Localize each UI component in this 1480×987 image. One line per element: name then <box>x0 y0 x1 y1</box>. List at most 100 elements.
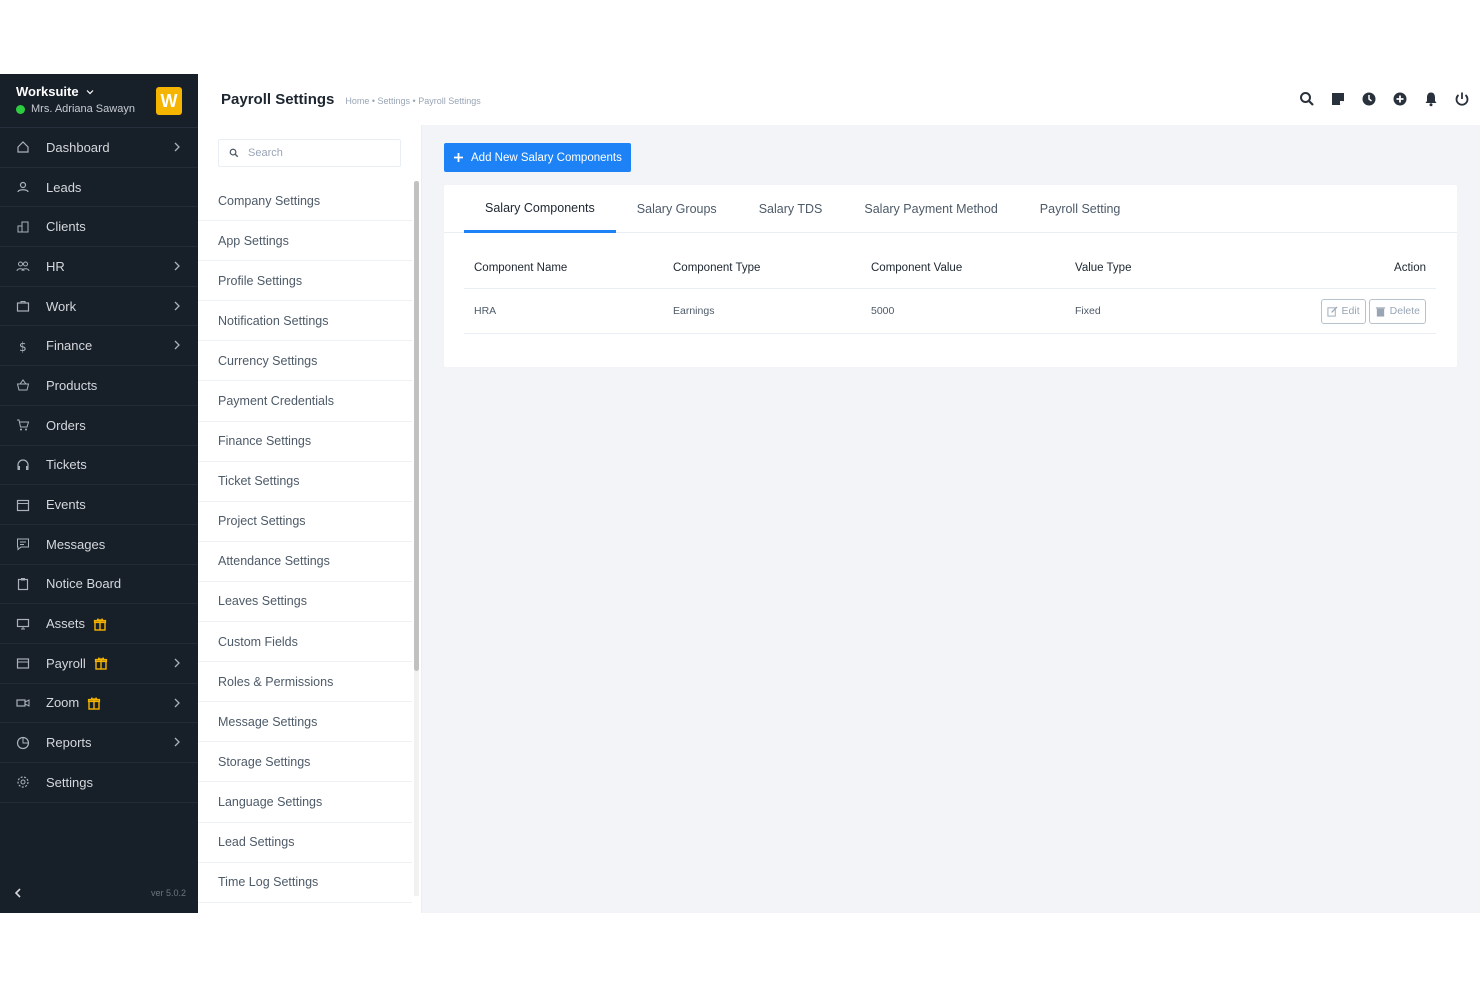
settings-item-profile-settings[interactable]: Profile Settings <box>198 261 412 302</box>
sidebar-item-hr[interactable]: HR <box>0 247 198 287</box>
cart-icon <box>16 418 30 432</box>
edit-label: Edit <box>1341 305 1360 317</box>
sidebar-item-label: HR <box>46 258 65 274</box>
search-icon[interactable] <box>1299 91 1315 107</box>
salary-components-table: Component Name Component Type Component … <box>464 248 1436 334</box>
settings-item-notification-settings[interactable]: Notification Settings <box>198 301 412 342</box>
settings-item-attendance-settings[interactable]: Attendance Settings <box>198 542 412 582</box>
sidebar-item-notice-board[interactable]: Notice Board <box>0 565 198 605</box>
settings-menu-panel: Search Company Settings App Settings Profi… <box>198 125 422 913</box>
gear-icon <box>16 775 30 789</box>
sidebar-item-label: Dashboard <box>46 139 110 155</box>
add-button-label: Add New Salary Components <box>471 151 622 164</box>
settings-item-leaves-settings[interactable]: Leaves Settings <box>198 582 412 623</box>
sidebar-item-products[interactable]: Products <box>0 366 198 406</box>
sidebar-item-label: Payroll <box>46 655 86 671</box>
sidebar-item-label: Orders <box>46 417 86 433</box>
scrollbar-thumb[interactable] <box>414 181 419 671</box>
sidebar-item-label: Clients <box>46 219 86 235</box>
sidebar-item-dashboard[interactable]: Dashboard <box>0 128 198 168</box>
action-cell: Edit Delete <box>1275 298 1436 324</box>
sidebar-item-messages[interactable]: Messages <box>0 525 198 565</box>
plus-icon <box>454 153 463 162</box>
sidebar-item-label: Events <box>46 497 86 513</box>
tab-salary-groups[interactable]: Salary Groups <box>616 185 738 233</box>
settings-search-input[interactable]: Search <box>218 139 401 167</box>
sidebar-item-label: Zoom <box>46 695 80 711</box>
clipboard-icon <box>16 577 30 591</box>
bell-icon[interactable] <box>1423 91 1439 107</box>
tab-payroll-setting[interactable]: Payroll Setting <box>1019 185 1142 233</box>
collapse-sidebar-icon[interactable] <box>12 887 24 899</box>
svg-text:$: $ <box>19 340 27 353</box>
building-icon <box>16 220 30 234</box>
gift-icon <box>88 697 101 710</box>
monitor-icon <box>16 617 30 631</box>
gift-icon <box>94 657 107 670</box>
gift-icon <box>93 618 107 631</box>
company-logo: W <box>156 87 182 115</box>
main-content: Add New Salary Components Salary Compone… <box>422 125 1480 913</box>
sidebar-item-assets[interactable]: Assets <box>0 604 198 644</box>
settings-item-app-settings[interactable]: App Settings <box>198 221 412 262</box>
online-status-dot <box>16 104 25 114</box>
column-header: Value Type <box>1075 262 1132 274</box>
home-icon <box>16 140 30 154</box>
sidebar-item-label: Assets <box>46 616 86 632</box>
settings-item-roles-permissions[interactable]: Roles & Permissions <box>198 662 412 703</box>
table-row: HRA Earnings 5000 Fixed Edit Delete <box>464 289 1436 334</box>
sidebar-item-zoom[interactable]: Zoom <box>0 684 198 724</box>
sidebar-item-settings[interactable]: Settings <box>0 763 198 803</box>
component-name-cell: HRA <box>474 305 497 317</box>
add-circle-icon[interactable] <box>1392 91 1408 107</box>
sidebar-footer: ver 5.0.2 <box>0 873 198 913</box>
sidebar-item-label: Products <box>46 377 98 393</box>
chevron-right-icon <box>174 698 180 708</box>
tab-salary-payment-method[interactable]: Salary Payment Method <box>843 185 1018 233</box>
app-window: Worksuite Mrs. Adriana Sawayn W Dashboar… <box>0 74 1480 913</box>
settings-scrollbar[interactable] <box>414 181 419 896</box>
edit-button[interactable]: Edit <box>1320 298 1366 324</box>
power-icon[interactable] <box>1454 91 1470 107</box>
tab-salary-tds[interactable]: Salary TDS <box>738 185 844 233</box>
sidebar-item-clients[interactable]: Clients <box>0 207 198 248</box>
sticky-note-icon[interactable] <box>1330 91 1346 107</box>
sidebar-item-tickets[interactable]: Tickets <box>0 446 198 486</box>
sidebar-item-leads[interactable]: Leads <box>0 168 198 208</box>
sidebar-item-label: Work <box>46 298 77 314</box>
brand-area[interactable]: Worksuite Mrs. Adriana Sawayn W <box>0 74 198 128</box>
delete-label: Delete <box>1389 305 1420 317</box>
sidebar-item-reports[interactable]: Reports <box>0 723 198 763</box>
settings-item-language-settings[interactable]: Language Settings <box>198 782 412 823</box>
settings-item-message-settings[interactable]: Message Settings <box>198 702 412 743</box>
settings-item-time-log-settings[interactable]: Time Log Settings <box>198 863 412 903</box>
settings-item-company-settings[interactable]: Company Settings <box>198 181 412 222</box>
sidebar-item-orders[interactable]: Orders <box>0 406 198 446</box>
pie-chart-icon <box>16 736 30 750</box>
add-salary-component-button[interactable]: Add New Salary Components <box>444 143 631 172</box>
column-header: Component Type <box>673 262 761 274</box>
sidebar-item-events[interactable]: Events <box>0 485 198 525</box>
sidebar-item-work[interactable]: Work <box>0 287 198 327</box>
clock-icon[interactable] <box>1361 91 1377 107</box>
sidebar-item-finance[interactable]: $ Finance <box>0 326 198 367</box>
tab-salary-components[interactable]: Salary Components <box>464 185 616 233</box>
settings-item-storage-settings[interactable]: Storage Settings <box>198 742 412 783</box>
sidebar-item-payroll[interactable]: Payroll <box>0 644 198 684</box>
chevron-down-icon <box>86 89 94 94</box>
settings-item-ticket-settings[interactable]: Ticket Settings <box>198 462 412 502</box>
top-header: Payroll Settings Home • Settings • Payro… <box>198 74 1480 125</box>
settings-item-payment-credentials[interactable]: Payment Credentials <box>198 381 412 422</box>
settings-item-project-settings[interactable]: Project Settings <box>198 502 412 542</box>
settings-item-custom-fields[interactable]: Custom Fields <box>198 622 412 663</box>
version-label: ver 5.0.2 <box>150 888 186 898</box>
delete-button[interactable]: Delete <box>1368 298 1426 324</box>
settings-item-lead-settings[interactable]: Lead Settings <box>198 823 412 863</box>
breadcrumb[interactable]: Home • Settings • Payroll Settings <box>345 96 480 106</box>
user-icon <box>16 180 30 194</box>
settings-item-finance-settings[interactable]: Finance Settings <box>198 422 412 462</box>
page-title: Payroll Settings <box>221 91 335 108</box>
basket-icon <box>16 378 30 392</box>
column-header: Component Name <box>474 262 568 274</box>
settings-item-currency-settings[interactable]: Currency Settings <box>198 341 412 382</box>
